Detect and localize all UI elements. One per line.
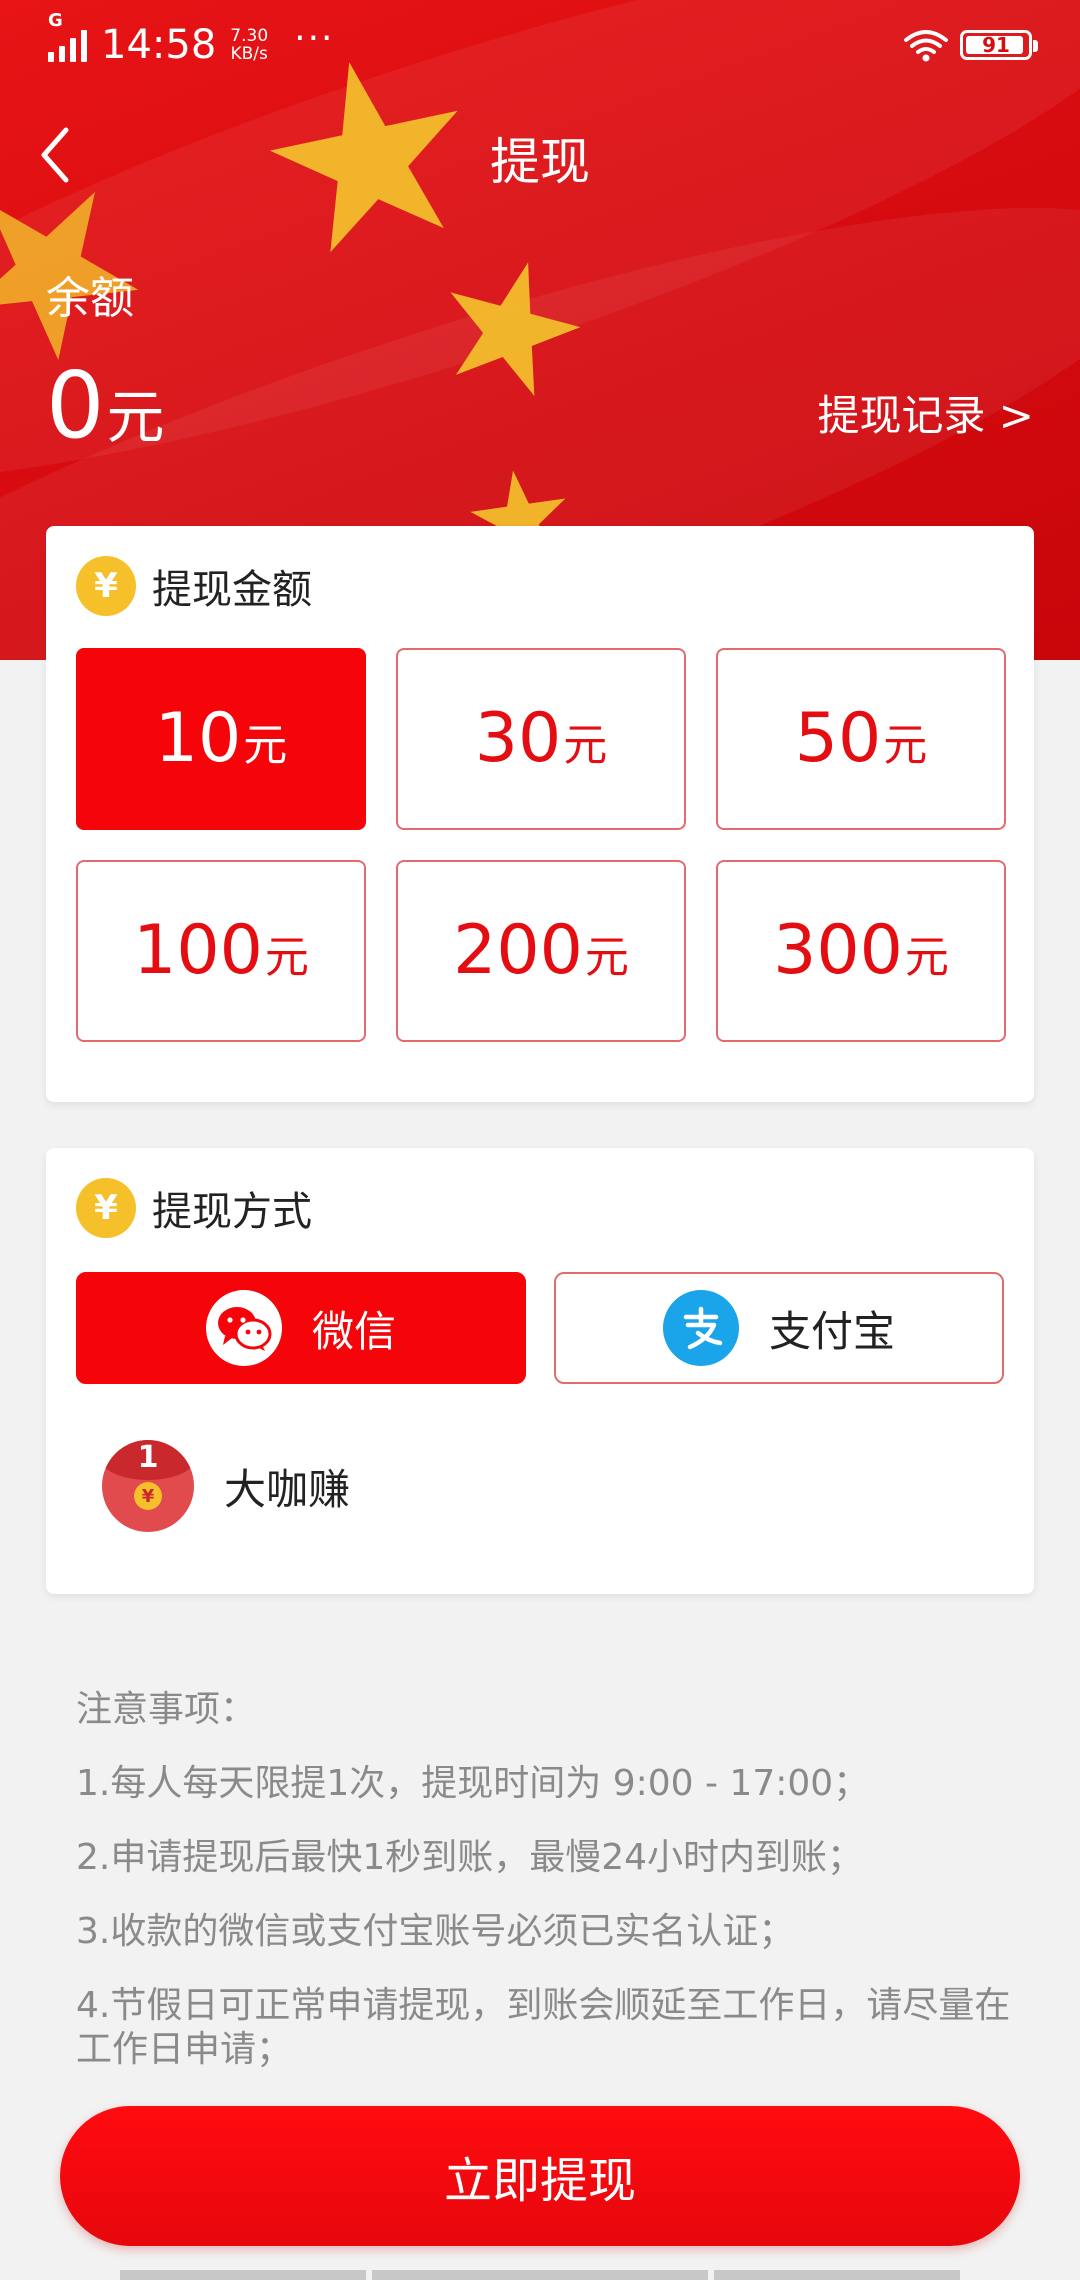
method-alipay-button[interactable]: 支付宝 [554, 1272, 1004, 1384]
balance-amount: 0 元 [46, 360, 165, 454]
alipay-icon [662, 1290, 739, 1366]
page-title: 提现 [490, 133, 590, 191]
method-label: 微信 [311, 1306, 396, 1356]
yen-icon: ¥ [76, 1178, 136, 1238]
more-notifications-icon: ··· [294, 17, 335, 59]
method-label: 大咖赚 [224, 1464, 351, 1514]
withdraw-now-button[interactable]: 立即提现 [60, 2106, 1020, 2246]
yen-icon: ¥ [76, 556, 136, 616]
red-envelope-icon: 1 ¥ [102, 1440, 194, 1532]
wifi-icon [904, 30, 948, 62]
withdraw-records-link[interactable]: 提现记录 > [817, 382, 1034, 443]
amount-option-30[interactable]: 30 元 [396, 648, 686, 830]
nav-bar: 提现 [0, 100, 1080, 210]
wechat-icon [205, 1290, 282, 1366]
note-item: 4.节假日可正常申请提现，到账会顺延至工作日，请尽量在工作日申请； [76, 1985, 1011, 2070]
amount-option-50[interactable]: 50 元 [716, 648, 1006, 830]
notes-section: 注意事项： 1.每人每天限提1次，提现时间为 9:00 - 17:00； 2.申… [76, 1680, 1016, 2102]
method-card-title: 提现方式 [152, 1189, 312, 1235]
notes-title: 注意事项： [76, 1689, 257, 1730]
network-type: G [48, 10, 63, 31]
network-speed: 7.30 KB/s [230, 26, 269, 64]
method-wechat-button[interactable]: 微信 [76, 1272, 526, 1384]
amount-card: ¥ 提现金额 10 元 30 元 50 元 100 元 200 元 300 元 [46, 526, 1034, 1102]
amount-card-header: ¥ 提现金额 [76, 556, 312, 616]
amount-option-100[interactable]: 100 元 [76, 860, 366, 1042]
system-nav-bar [120, 2270, 366, 2280]
balance-value: 0 [46, 352, 105, 459]
battery-level: 91 [982, 33, 1010, 57]
amount-card-title: 提现金额 [152, 567, 312, 613]
status-bar: G 14:58 7.30 KB/s ··· 91 [0, 0, 1080, 90]
status-time: 14:58 [101, 22, 217, 68]
system-nav-bar [714, 2270, 960, 2280]
amount-option-10[interactable]: 10 元 [76, 648, 366, 830]
balance-label: 余额 [46, 273, 134, 324]
battery-icon: 91 [960, 30, 1038, 60]
note-item: 3.收款的微信或支付宝账号必须已实名认证； [76, 1911, 795, 1952]
note-item: 2.申请提现后最快1秒到账，最慢24小时内到账； [76, 1837, 864, 1878]
method-dakazhuan-option[interactable]: 1 ¥ 大咖赚 [102, 1440, 350, 1532]
method-label: 支付宝 [768, 1306, 895, 1356]
method-card-header: ¥ 提现方式 [76, 1178, 312, 1238]
amount-option-200[interactable]: 200 元 [396, 860, 686, 1042]
method-card: ¥ 提现方式 微信 支付宝 1 ¥ 大咖赚 [46, 1148, 1034, 1594]
signal-icon: G [48, 10, 101, 62]
balance-unit: 元 [106, 383, 165, 451]
system-nav-bar [372, 2270, 708, 2280]
note-item: 1.每人每天限提1次，提现时间为 9:00 - 17:00； [76, 1763, 870, 1804]
amount-option-300[interactable]: 300 元 [716, 860, 1006, 1042]
